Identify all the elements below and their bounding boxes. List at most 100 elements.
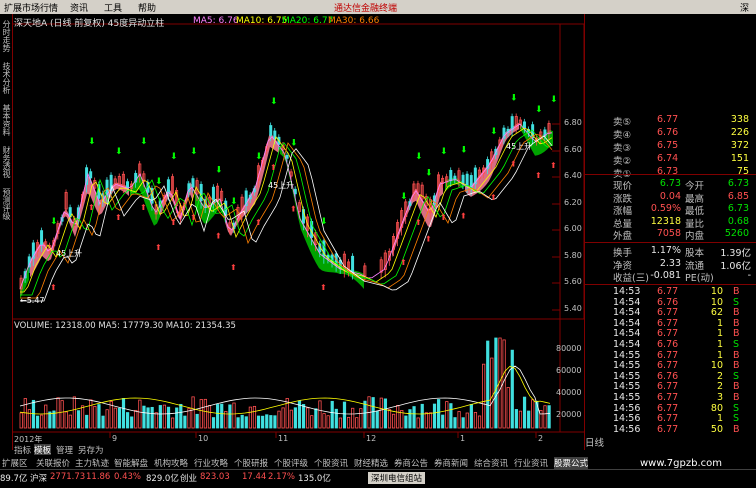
volume-bar: [35, 415, 40, 429]
candle-body: [224, 200, 228, 216]
tab-general-news[interactable]: 综合资讯: [474, 457, 508, 469]
tab-financials[interactable]: 财务透视: [1, 146, 11, 178]
candle-body: [89, 171, 93, 179]
date-label: 9: [112, 434, 118, 443]
period-label[interactable]: 日线: [585, 435, 604, 449]
candle-body: [199, 183, 203, 202]
tick-volume: 10: [710, 286, 723, 297]
tick-time: 14:54: [613, 317, 641, 329]
date-label: 12: [366, 434, 377, 443]
tick-price: 6.77: [657, 360, 679, 372]
volume-bar: [404, 415, 408, 429]
sell-arrow-icon: ⬆: [170, 218, 177, 227]
tab-industry-strategy[interactable]: 行业攻略: [194, 457, 228, 469]
volume-bar: [134, 409, 138, 429]
menu-extended-market[interactable]: 扩展市场行情: [4, 1, 58, 14]
tick-side: B: [733, 360, 740, 372]
server-station[interactable]: 深圳电信组站: [368, 472, 426, 484]
volume-bar: [457, 411, 461, 429]
candle-body: [461, 174, 465, 185]
window-title-glyph: 深: [740, 4, 750, 14]
tab-institution[interactable]: 机构攻略: [154, 457, 188, 469]
tick-side: S: [733, 370, 740, 382]
price-tick: 6.20: [564, 198, 582, 207]
tab-fundamentals[interactable]: 基本资料: [1, 104, 11, 136]
volume-bar: [531, 399, 535, 429]
volume-bar: [105, 409, 109, 429]
divider: [585, 284, 756, 285]
stat-value: 12318: [650, 215, 681, 227]
volume-bar: [261, 415, 265, 429]
volume-bar: [27, 409, 31, 429]
volume-bar: [441, 414, 445, 429]
tab-main-track[interactable]: 主力轨迹: [75, 457, 109, 469]
menu-news[interactable]: 资讯: [70, 1, 88, 14]
buy-arrow-icon: ⬇: [550, 95, 558, 105]
candle-body: [166, 179, 170, 194]
tab-broker-notice[interactable]: 券商公告: [394, 457, 428, 469]
tab-stock-news[interactable]: 个股资讯: [314, 457, 348, 469]
tick-volume: 1: [716, 317, 723, 329]
volume-bar: [121, 398, 126, 429]
index-cy-change: 17.44: [242, 472, 267, 482]
index-cy-label[interactable]: 创业: [180, 472, 197, 484]
menu-help[interactable]: 帮助: [138, 1, 156, 14]
volume-bar: [445, 401, 449, 429]
buy-arrow-icon: ⬇: [230, 197, 238, 207]
volume-bar: [183, 415, 187, 429]
tick-volume: 80: [710, 402, 723, 414]
tab-technical[interactable]: 技术分析: [1, 62, 11, 94]
volume-bar: [391, 413, 396, 429]
volume-bar: [322, 413, 326, 429]
tab-ext-area[interactable]: 扩展区: [2, 457, 28, 469]
stat-value: -: [747, 270, 751, 281]
volume-bar: [306, 407, 310, 429]
tab-intraday[interactable]: 分时走势: [1, 20, 11, 52]
date-label: 1: [460, 434, 466, 443]
volume-bar: [494, 337, 498, 429]
volume-bar: [346, 416, 351, 429]
tab-stock-rating[interactable]: 个股评级: [274, 457, 308, 469]
ask-volume: 151: [730, 153, 749, 164]
volume-bar: [211, 417, 216, 429]
tab-smart-analysis[interactable]: 智能解盘: [114, 457, 148, 469]
volume-bar: [203, 398, 207, 429]
price-tick: 5.60: [564, 277, 582, 286]
volume-bar: [310, 415, 314, 429]
tab-ratings[interactable]: 预测评级: [1, 188, 11, 220]
tab-related-quote[interactable]: 关联报价: [36, 457, 70, 469]
tab-broker-news[interactable]: 券商新闻: [434, 457, 468, 469]
volume-bar: [465, 412, 469, 429]
buy-arrow-icon: ⬇: [425, 169, 433, 179]
tab-industry-news[interactable]: 行业资讯: [514, 457, 548, 469]
volume-bar: [68, 414, 72, 429]
menu-tools[interactable]: 工具: [104, 1, 122, 14]
stat-value: 7058: [656, 228, 681, 239]
index-sh-label[interactable]: 沪深: [30, 472, 47, 484]
tick-volume: 1: [716, 349, 723, 361]
tick-volume: 1: [716, 339, 723, 350]
price-tick: 6.60: [564, 145, 582, 154]
volume-bar: [359, 408, 363, 429]
ask-price: 6.74: [657, 153, 679, 164]
volume-bar: [216, 404, 220, 429]
volume-bar: [424, 412, 428, 429]
buy-arrow-icon: ⬇: [270, 97, 278, 107]
volume-tick: 40000: [556, 388, 582, 397]
tick-time: 14:54: [613, 296, 641, 308]
volume-bar: [101, 415, 105, 429]
brand-ad-text[interactable]: 通达信金融终端: [334, 1, 397, 14]
stat-label: 内盘: [685, 231, 705, 242]
index-sh-pct: 0.43%: [114, 472, 142, 482]
volume-bar: [142, 405, 146, 429]
candle-body: [522, 121, 526, 129]
tab-stock-formula[interactable]: 股票公式: [554, 457, 589, 469]
volume-bar: [473, 412, 478, 429]
sell-arrow-icon: ⬆: [460, 211, 467, 220]
tab-stock-report[interactable]: 个股研报: [234, 457, 268, 469]
volume-bar: [486, 340, 490, 429]
kline-chart-area[interactable]: ⬇ ⬆ ⬇ ⬆ ⬇ ⬆ ⬇ ⬆ ⬇ ⬆ ⬇ ⬆ ⬇ ⬆ ⬇ ⬆ ⬇ ⬆ ⬇ ⬆ ⬇ ⬆ ⬇ ⬆ ⬇ ⬆ ⬇ ⬆ ⬇ ⬆ ⬇ ⬆ ⬇ ⬆ ⬇ ⬆ ⬇ ⬆ ⬇ ⬆…: [11, 14, 585, 444]
tab-finance-select[interactable]: 财经精选: [354, 457, 388, 469]
volume-bar: [375, 410, 379, 429]
volume-bar: [93, 405, 97, 429]
